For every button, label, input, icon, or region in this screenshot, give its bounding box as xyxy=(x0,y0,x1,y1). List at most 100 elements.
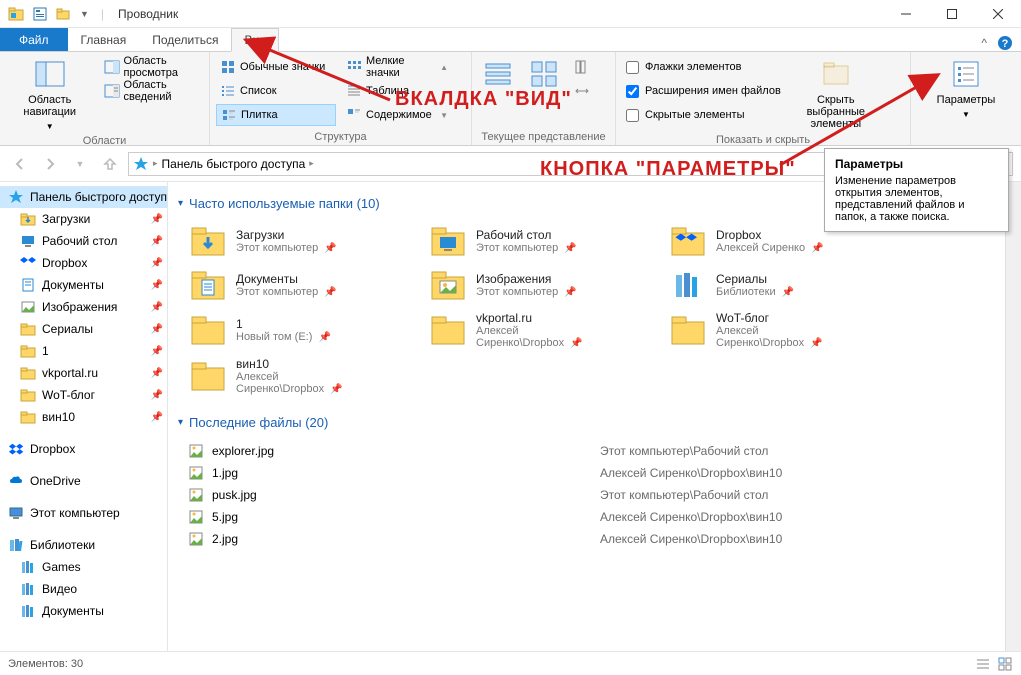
folder-item[interactable]: Рабочий столЭтот компьютер 📌 xyxy=(428,221,628,261)
file-row[interactable]: explorer.jpgЭтот компьютер\Рабочий стол xyxy=(178,440,1011,462)
icons-view-toggle[interactable] xyxy=(997,656,1013,672)
folder-item[interactable]: vkportal.ruАлексей Сиренко\Dropbox 📌 xyxy=(428,309,628,351)
group-by-button[interactable] xyxy=(524,56,564,92)
folder-item[interactable]: 1Новый том (E:) 📌 xyxy=(188,309,388,351)
file-row[interactable]: 5.jpgАлексей Сиренко\Dropbox\вин10 xyxy=(178,506,1011,528)
sidebar-item[interactable]: Документы📌 xyxy=(0,274,167,296)
layout-small-icons[interactable]: Мелкие значки▲ xyxy=(342,56,452,78)
sidebar-onedrive[interactable]: OneDrive xyxy=(0,470,167,492)
pin-icon: 📌 xyxy=(151,280,163,291)
back-button[interactable] xyxy=(8,152,32,176)
pictures-icon xyxy=(20,299,36,315)
ribbon-group-layout-label: Структура xyxy=(216,129,465,143)
file-row[interactable]: 2.jpgАлексей Сиренко\Dropbox\вин10 xyxy=(178,528,1011,550)
ribbon-group-currentview-label: Текущее представление xyxy=(478,129,609,143)
sidebar-library-item[interactable]: Документы xyxy=(0,600,167,622)
folder-item[interactable]: ЗагрузкиЭтот компьютер 📌 xyxy=(188,221,388,261)
folder-item[interactable]: вин10Алексей Сиренко\Dropbox 📌 xyxy=(188,355,388,397)
up-button[interactable] xyxy=(98,152,122,176)
folder-icon xyxy=(20,387,36,403)
library-icon xyxy=(20,581,36,597)
sidebar-libraries[interactable]: Библиотеки xyxy=(0,534,167,556)
item-checkboxes-toggle[interactable]: Флажки элементов xyxy=(622,56,785,78)
title-bar: ▼ | Проводник xyxy=(0,0,1021,28)
navigation-sidebar[interactable]: Панель быстрого доступа Загрузки📌Рабочий… xyxy=(0,182,168,651)
tab-home[interactable]: Главная xyxy=(68,28,140,51)
history-dropdown[interactable]: ▼ xyxy=(68,152,92,176)
sidebar-item[interactable]: Dropbox📌 xyxy=(0,252,167,274)
pictures-icon xyxy=(430,267,466,303)
sidebar-item[interactable]: vkportal.ru📌 xyxy=(0,362,167,384)
layout-list[interactable]: Список xyxy=(216,80,336,102)
minimize-button[interactable] xyxy=(883,0,929,28)
file-row[interactable]: pusk.jpgЭтот компьютер\Рабочий стол xyxy=(178,484,1011,506)
svg-text:?: ? xyxy=(1002,38,1009,50)
forward-button[interactable] xyxy=(38,152,62,176)
sidebar-quick-access[interactable]: Панель быстрого доступа xyxy=(0,186,167,208)
folder-icon xyxy=(20,343,36,359)
pin-icon: 📌 xyxy=(151,236,163,247)
tab-view[interactable]: Вид xyxy=(231,28,279,52)
tab-share[interactable]: Поделиться xyxy=(139,28,231,51)
preview-pane-button[interactable]: Область просмотра xyxy=(100,56,203,78)
sidebar-library-item[interactable]: Games xyxy=(0,556,167,578)
layout-tiles[interactable]: Плитка xyxy=(216,104,336,126)
sidebar-item[interactable]: Изображения📌 xyxy=(0,296,167,318)
sidebar-item[interactable]: WoT-блог📌 xyxy=(0,384,167,406)
layout-medium-icons[interactable]: Обычные значки xyxy=(216,56,336,78)
window-title: Проводник xyxy=(108,7,178,21)
documents-icon xyxy=(20,277,36,293)
folder-icon xyxy=(430,312,466,348)
sidebar-this-pc[interactable]: Этот компьютер xyxy=(0,502,167,524)
library-icon xyxy=(670,267,706,303)
folder-item[interactable]: ИзображенияЭтот компьютер 📌 xyxy=(428,265,628,305)
details-pane-button[interactable]: Область сведений xyxy=(100,80,203,102)
ribbon-tabs: Файл Главная Поделиться Вид ^ ? xyxy=(0,28,1021,52)
details-view-toggle[interactable] xyxy=(975,656,991,672)
qat-properties-icon[interactable] xyxy=(32,6,48,22)
ribbon: Область навигации ▼ Область просмотра Об… xyxy=(0,52,1021,146)
sidebar-item[interactable]: Загрузки📌 xyxy=(0,208,167,230)
qat-dropdown-icon[interactable]: ▼ xyxy=(80,9,89,19)
tab-file[interactable]: Файл xyxy=(0,28,68,51)
sidebar-library-item[interactable]: Видео xyxy=(0,578,167,600)
hidden-items-toggle[interactable]: Скрытые элементы xyxy=(622,104,785,126)
pin-icon: 📌 xyxy=(151,346,163,357)
qat-newfolder-icon[interactable] xyxy=(56,6,72,22)
layout-content[interactable]: Содержимое▼ xyxy=(342,104,452,126)
maximize-button[interactable] xyxy=(929,0,975,28)
library-icon xyxy=(20,603,36,619)
folder-icon xyxy=(190,312,226,348)
options-button[interactable]: Параметры ▼ xyxy=(933,56,1000,121)
navigation-pane-button[interactable]: Область навигации ▼ xyxy=(6,56,94,133)
file-extensions-toggle[interactable]: Расширения имен файлов xyxy=(622,80,785,102)
help-icon[interactable]: ? xyxy=(997,35,1013,51)
folder-item[interactable]: WoT-блогАлексей Сиренко\Dropbox 📌 xyxy=(668,309,868,351)
recent-files-header[interactable]: ▾ Последние файлы (20) xyxy=(178,415,1011,430)
breadcrumb-root[interactable]: Панель быстрого доступа xyxy=(162,157,306,171)
folder-item[interactable]: СериалыБиблиотеки 📌 xyxy=(668,265,868,305)
sidebar-dropbox[interactable]: Dropbox xyxy=(0,438,167,460)
file-row[interactable]: 1.jpgАлексей Сиренко\Dropbox\вин10 xyxy=(178,462,1011,484)
folder-icon xyxy=(20,365,36,381)
size-columns-button[interactable] xyxy=(570,80,594,102)
sidebar-item[interactable]: вин10📌 xyxy=(0,406,167,428)
hide-selected-button[interactable]: Скрыть выбранные элементы xyxy=(791,56,881,132)
sort-by-button[interactable] xyxy=(478,56,518,92)
sidebar-item[interactable]: Рабочий стол📌 xyxy=(0,230,167,252)
collapse-ribbon-icon[interactable]: ^ xyxy=(981,36,987,50)
documents-icon xyxy=(190,267,226,303)
scrollbar[interactable] xyxy=(1005,182,1021,651)
sidebar-item[interactable]: Сериалы📌 xyxy=(0,318,167,340)
add-columns-button[interactable] xyxy=(570,56,594,78)
folder-icon xyxy=(20,321,36,337)
folder-item[interactable]: ДокументыЭтот компьютер 📌 xyxy=(188,265,388,305)
chevron-down-icon: ▾ xyxy=(178,417,183,428)
ribbon-group-show-label: Показать и скрыть xyxy=(622,132,904,146)
layout-details[interactable]: Таблица xyxy=(342,80,452,102)
sidebar-item[interactable]: 1📌 xyxy=(0,340,167,362)
folder-icon xyxy=(190,358,226,394)
pin-icon: 📌 xyxy=(151,324,163,335)
close-button[interactable] xyxy=(975,0,1021,28)
dropbox-icon xyxy=(670,223,706,259)
